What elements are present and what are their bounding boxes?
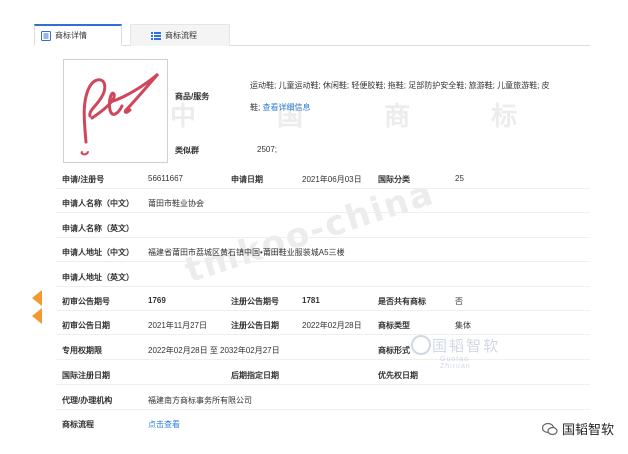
goods-services-label: 商品/服务 — [175, 92, 210, 101]
later-designation-date-label: 后期指定日期 — [231, 371, 279, 380]
prelim-pub-no-label: 初审公告期号 — [62, 297, 110, 306]
reg-no-label: 申请/注册号 — [62, 175, 105, 184]
prelim-pub-date-label: 初审公告日期 — [62, 321, 110, 330]
brand-name: 国韬智软 — [561, 422, 614, 437]
applicant-en-label: 申请人名称（英文） — [62, 224, 134, 233]
click-to-view-link[interactable]: 点击查看 — [148, 419, 180, 430]
applicant-cn-value: 莆田市鞋业协会 — [148, 199, 204, 208]
address-en-label: 申请人地址（英文） — [62, 273, 134, 282]
divider — [56, 188, 590, 189]
divider — [56, 286, 590, 287]
reg-pub-no-value: 1781 — [302, 296, 320, 305]
trademark-type-value: 集体 — [455, 321, 471, 330]
trademark-form-label: 商标形式 — [378, 346, 410, 355]
goods-services-line1: 运动鞋; 儿童运动鞋; 休闲鞋; 轻便胶鞋; 拖鞋; 足部防护安全鞋; 旅游鞋;… — [250, 81, 550, 90]
divider — [56, 310, 590, 311]
view-details-link[interactable]: 查看详细信息 — [262, 103, 310, 112]
divider — [56, 359, 590, 360]
divider — [56, 334, 590, 335]
exclusive-period-label: 专用权期限 — [62, 346, 102, 355]
prelim-pub-no-value: 1769 — [148, 296, 166, 305]
apply-date-label: 申请日期 — [231, 175, 263, 184]
address-cn-value: 福建省莆田市荔城区黄石镇中国•莆田鞋业服装城A5三楼 — [148, 248, 345, 257]
tab-label: 商标流程 — [165, 31, 197, 40]
reg-pub-date-value: 2022年02月28日 — [302, 321, 362, 330]
tab-bar: 商标详情 商标流程 — [34, 24, 590, 46]
shared-mark-label: 是否共有商标 — [378, 297, 426, 306]
shared-mark-value: 否 — [455, 297, 463, 306]
trademark-process-label: 商标流程 — [62, 420, 94, 429]
tab-trademark-detail[interactable]: 商标详情 — [34, 24, 122, 46]
intl-class-value: 25 — [455, 174, 464, 183]
reg-pub-date-label: 注册公告日期 — [231, 321, 279, 330]
applicant-cn-label: 申请人名称（中文） — [62, 199, 134, 208]
divider — [56, 237, 590, 238]
divider — [56, 212, 590, 213]
agent-label: 代理/办理机构 — [62, 396, 113, 405]
overlay-logo-text: 国韬智软 — [432, 337, 501, 355]
document-icon — [41, 30, 51, 41]
prelim-pub-date-value: 2021年11月27日 — [148, 321, 207, 330]
watermark-cn: 中 国 商 标 — [170, 102, 554, 132]
overlay-logo-subtext: Guotao Zhiruan — [440, 356, 471, 370]
tab-trademark-process[interactable]: 商标流程 — [130, 24, 230, 46]
brand-footer: 国韬智软 — [541, 419, 614, 438]
wechat-icon — [541, 422, 558, 435]
intl-class-label: 国际分类 — [378, 175, 410, 184]
priority-date-label: 优先权日期 — [378, 371, 418, 380]
watermark-text: tmkoo-china — [180, 172, 440, 292]
trademark-logo-image — [63, 59, 168, 163]
divider — [56, 261, 590, 262]
trademark-signature-logo — [80, 72, 160, 156]
goods-services-line2: 鞋; 查看详细信息 — [250, 102, 310, 113]
reg-no-value: 56611667 — [148, 174, 183, 183]
trademark-type-label: 商标类型 — [378, 321, 410, 330]
goods-services-line2-text: 鞋; — [250, 103, 261, 112]
reg-pub-no-label: 注册公告期号 — [231, 297, 279, 306]
exclusive-period-value: 2022年02月28日 至 2032年02月27日 — [148, 346, 280, 355]
divider — [56, 384, 590, 385]
overlay-logo-icon — [411, 335, 431, 355]
tab-label: 商标详情 — [55, 31, 87, 40]
similar-group-label: 类似群 — [175, 146, 199, 155]
similar-group-value: 2507; — [257, 145, 278, 154]
divider — [56, 409, 590, 410]
list-icon — [151, 31, 161, 40]
overlay-logo-mark: 国韬智软 Guotao Zhiruan — [410, 334, 501, 370]
intl-reg-date-label: 国际注册日期 — [62, 371, 110, 380]
address-cn-label: 申请人地址（中文） — [62, 248, 134, 257]
agent-value: 福建南方商标事务所有限公司 — [148, 396, 252, 405]
apply-date-value: 2021年06月03日 — [302, 175, 362, 184]
orange-chevron-badge — [32, 290, 42, 324]
